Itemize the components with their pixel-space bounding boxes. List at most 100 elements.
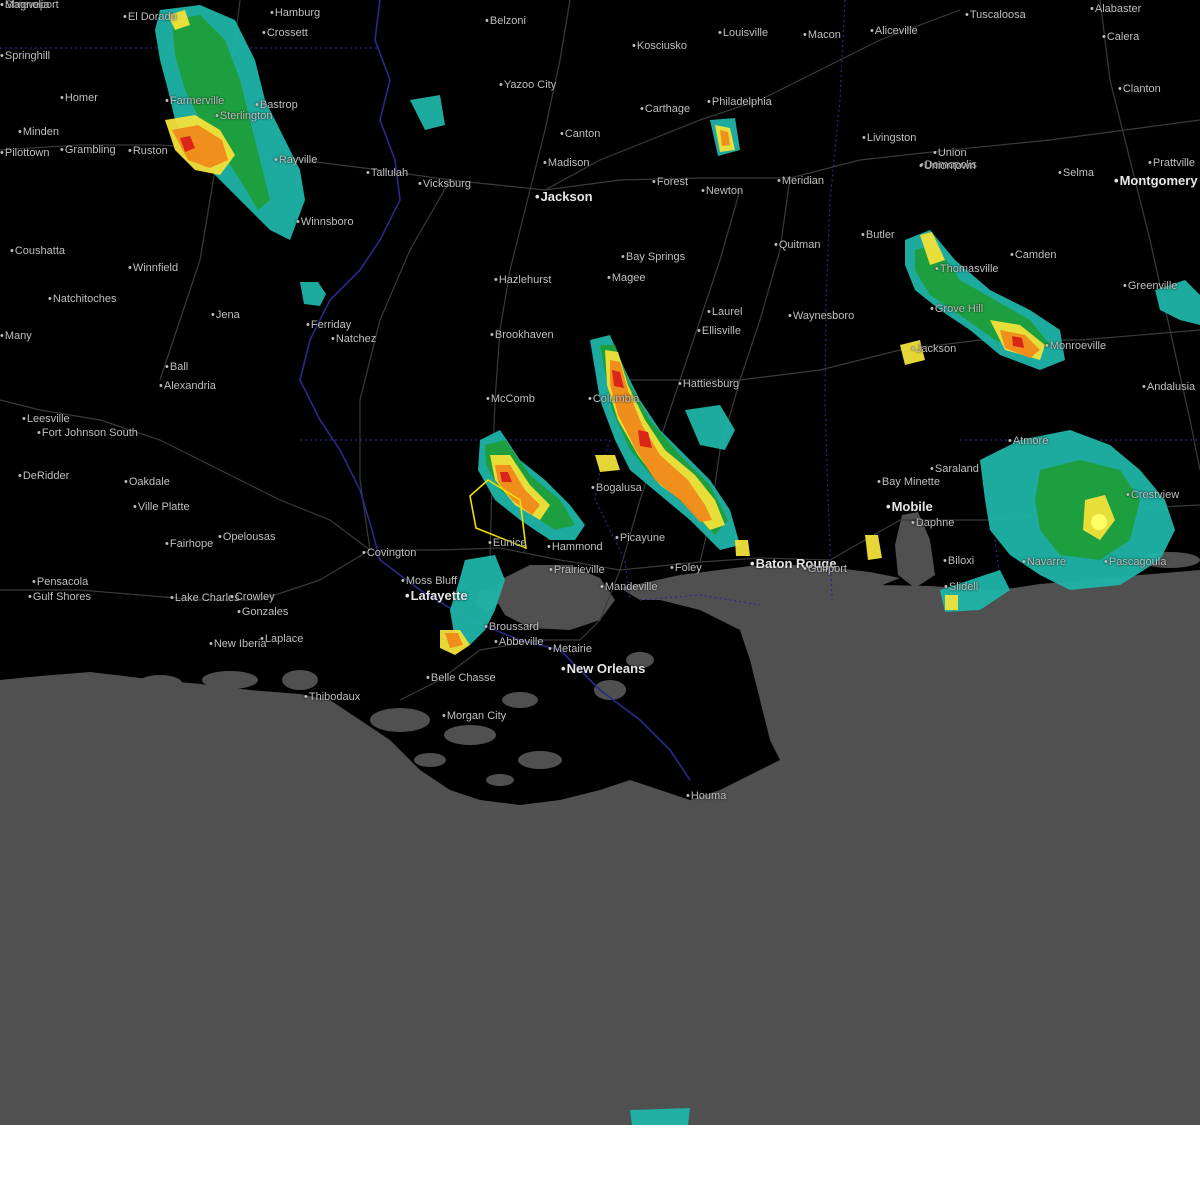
city-label-fort-johnson-south: Fort Johnson South — [37, 428, 138, 439]
radar-extreme-returns — [180, 136, 1024, 482]
city-label-slidell: Slidell — [944, 582, 978, 593]
map-canvas[interactable]: El Dorado Hamburg Belzoni Louisville Macon Al… — [0, 0, 1200, 1125]
city-label-hazlehurst: Hazlehurst — [494, 275, 552, 286]
city-label-belle-chasse: Belle Chasse — [426, 673, 496, 684]
city-label-morgan-city: Morgan City — [442, 711, 506, 722]
city-label-madison: Madison — [543, 158, 590, 169]
city-label-rayville: Rayville — [274, 155, 318, 166]
page-footer-blank — [0, 1125, 1200, 1200]
city-label-macon: Macon — [803, 30, 841, 41]
city-label-jackson: Jackson — [535, 190, 593, 203]
city-label-laurel: Laurel — [707, 307, 743, 318]
city-label-sterlington: Sterlington — [215, 111, 273, 122]
city-label-ferriday: Ferriday — [306, 320, 351, 331]
city-label-mccomb: McComb — [486, 394, 535, 405]
city-label-ville-platte: Ville Platte — [133, 502, 190, 513]
city-label-monroeville: Monroeville — [1045, 341, 1106, 352]
city-label-belzoni: Belzoni — [485, 16, 526, 27]
city-label-columbia: Columbia — [588, 394, 639, 405]
city-label-pilottown: Pilottown — [0, 148, 50, 159]
city-label-bogalusa: Bogalusa — [591, 483, 642, 494]
city-label-winnfield: Winnfield — [128, 263, 178, 274]
city-label-crossett: Crossett — [262, 28, 308, 39]
city-label-opelousas: Opelousas — [218, 532, 276, 543]
city-label-crowley: Crowley — [230, 592, 275, 603]
city-label-daphne: Daphne — [911, 518, 955, 529]
city-label-vicksburg: Vicksburg — [418, 179, 471, 190]
city-label-coushatta: Coushatta — [10, 246, 65, 257]
city-label-broussard: Broussard — [484, 622, 539, 633]
city-label-butler: Butler — [861, 230, 895, 241]
city-label-prattville: Prattville — [1148, 158, 1195, 169]
city-label-covington: Covington — [362, 548, 417, 559]
city-label-springhill: Springhill — [0, 51, 50, 62]
city-label-farmerville: Farmerville — [165, 96, 224, 107]
city-label-jena: Jena — [211, 310, 240, 321]
city-label-brookhaven: Brookhaven — [490, 330, 554, 341]
city-label-many: Many — [0, 331, 32, 342]
city-label-montgomery: Montgomery — [1114, 174, 1198, 187]
city-label-forest: Forest — [652, 177, 688, 188]
city-label-waynesboro: Waynesboro — [788, 311, 854, 322]
city-label-newton: Newton — [701, 186, 743, 197]
city-label-picayune: Picayune — [615, 533, 665, 544]
city-label-quitman: Quitman — [774, 240, 821, 251]
city-label-jackson: Jackson — [911, 344, 956, 355]
city-label-homer: Homer — [60, 93, 98, 104]
city-label-abbeville: Abbeville — [494, 637, 544, 648]
city-label-crestview: Crestview — [1126, 490, 1179, 501]
city-label-camden: Camden — [1010, 250, 1057, 261]
city-label-alabaster: Alabaster — [1090, 4, 1141, 15]
city-label-minden: Minden — [18, 127, 59, 138]
city-label-pensacola: Pensacola — [32, 577, 88, 588]
city-label-navarre: Navarre — [1022, 557, 1066, 568]
city-label-winnsboro: Winnsboro — [296, 217, 354, 228]
city-label-hammond: Hammond — [547, 542, 603, 553]
city-label-prairieville: Prairieville — [549, 565, 605, 576]
city-label-pascagoula: Pascagoula — [1104, 557, 1167, 568]
city-label-eunice: Eunice — [488, 538, 527, 549]
radar-map-view: El Dorado Hamburg Belzoni Louisville Macon Al… — [0, 0, 1200, 1200]
city-label-ball: Ball — [165, 362, 188, 373]
city-label-yazoo-city: Yazoo City — [499, 80, 556, 91]
city-label-thomasville: Thomasville — [935, 264, 999, 275]
city-label-carthage: Carthage — [640, 104, 690, 115]
city-label-kosciusko: Kosciusko — [632, 41, 687, 52]
city-label-louisville: Louisville — [718, 28, 768, 39]
radar-reflectivity-layer — [155, 5, 1200, 1125]
city-label-natchitoches: Natchitoches — [48, 294, 117, 305]
city-label-bay-minette: Bay Minette — [877, 477, 940, 488]
city-label-clanton: Clanton — [1118, 84, 1161, 95]
city-label-ellisville: Ellisville — [697, 326, 741, 337]
city-label-bay-springs: Bay Springs — [621, 252, 685, 263]
city-label-uniontown: Uniontown — [919, 161, 976, 172]
city-label-gulfport: Gulfport — [803, 564, 847, 575]
city-label-greenville: Greenville — [1123, 281, 1178, 292]
city-label-saraland: Saraland — [930, 464, 979, 475]
city-label-el-dorado: El Dorado — [123, 12, 177, 23]
city-label-oakdale: Oakdale — [124, 477, 170, 488]
city-label-mobile: Mobile — [886, 500, 933, 513]
city-label-foley: Foley — [670, 563, 702, 574]
city-label-aliceville: Aliceville — [870, 26, 918, 37]
city-label-biloxi: Biloxi — [943, 556, 974, 567]
city-label-hattiesburg: Hattiesburg — [678, 379, 739, 390]
city-label-union: Union — [933, 148, 967, 159]
city-label-ruston: Ruston — [128, 146, 168, 157]
city-label-metairie: Metairie — [548, 644, 592, 655]
city-label-moss-bluff: Moss Bluff — [401, 576, 457, 587]
city-label-lafayette: Lafayette — [405, 589, 468, 602]
city-label-grove-hill: Grove Hill — [930, 304, 983, 315]
city-label-meridian: Meridian — [777, 176, 824, 187]
city-label-natchez: Natchez — [331, 334, 376, 345]
city-label-calera: Calera — [1102, 32, 1139, 43]
city-label-tuscaloosa: Tuscaloosa — [965, 10, 1026, 21]
city-label-laplace: Laplace — [260, 634, 304, 645]
city-label-magee: Magee — [607, 273, 646, 284]
city-label-deridder: DeRidder — [18, 471, 69, 482]
city-label-canton: Canton — [560, 129, 600, 140]
city-label-new-iberia: New Iberia — [209, 639, 267, 650]
city-label-magnolia: Magnolia — [0, 0, 50, 11]
city-label-new-orleans: New Orleans — [561, 662, 646, 675]
city-label-andalusia: Andalusia — [1142, 382, 1195, 393]
